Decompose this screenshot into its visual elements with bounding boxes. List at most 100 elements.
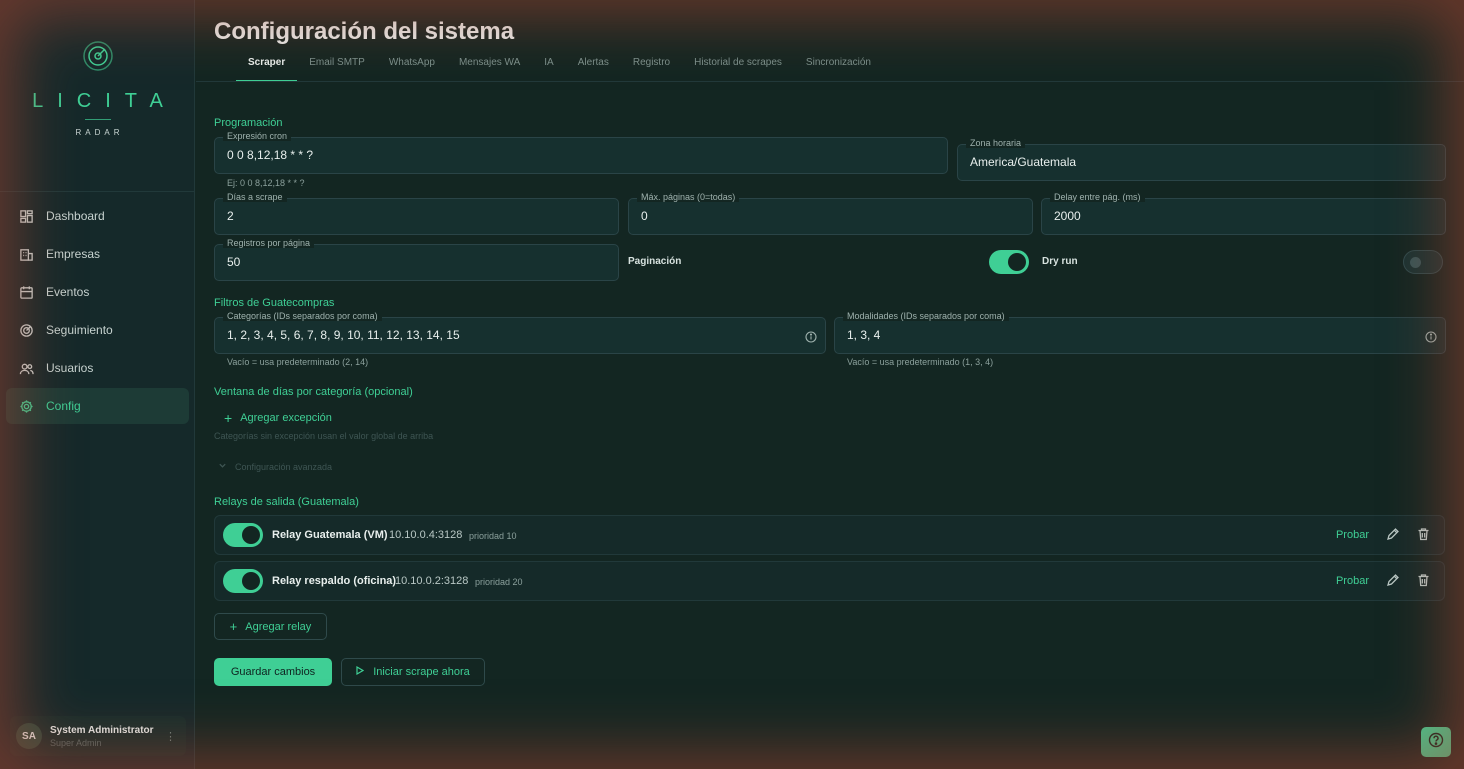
field-label: Expresión cron	[223, 131, 292, 141]
categorias-hint: Vacío = usa predeterminado (2, 14)	[227, 357, 369, 367]
relay-name: Relay Guatemala (VM)	[272, 529, 388, 541]
field-value: 0 0 8,12,18 * * ?	[227, 148, 314, 162]
cron-field[interactable]: Expresión cron 0 0 8,12,18 * * ?	[214, 131, 948, 174]
field-label: Zona horaria	[966, 138, 1026, 148]
tab-alertas[interactable]: Alertas	[566, 50, 621, 82]
tab-email-smtp[interactable]: Email SMTP	[297, 50, 377, 82]
relay-test-button[interactable]: Probar	[1336, 575, 1369, 587]
pencil-icon[interactable]	[1386, 527, 1400, 546]
sidebar-item-label: Eventos	[46, 285, 90, 299]
field-value: 0	[641, 209, 648, 223]
tab-whatsapp[interactable]: WhatsApp	[377, 50, 447, 82]
app-window: LICITA RADAR Dashboard Empresas Eventos …	[0, 0, 1464, 769]
tab-sincronizacion[interactable]: Sincronización	[794, 50, 883, 82]
info-icon[interactable]	[805, 330, 817, 348]
run-scrape-button[interactable]: Iniciar scrape ahora	[341, 658, 485, 686]
tab-mensajes-wa[interactable]: Mensajes WA	[447, 50, 532, 82]
sidebar-item-seguimiento[interactable]: Seguimiento	[6, 312, 189, 348]
section-title-filtros: Filtros de Guatecompras	[214, 297, 335, 309]
relay-toggle[interactable]	[223, 523, 263, 547]
more-vertical-icon[interactable]: ⋮	[165, 730, 176, 743]
sidebar-item-label: Seguimiento	[46, 323, 113, 337]
advanced-config-label: Configuración avanzada	[235, 461, 333, 472]
field-value: 50	[227, 255, 241, 269]
relay-toggle[interactable]	[223, 569, 263, 593]
tab-bar: Scraper Email SMTP WhatsApp Mensajes WA …	[236, 50, 883, 82]
sidebar-divider	[0, 191, 195, 192]
tab-historial[interactable]: Historial de scrapes	[682, 50, 794, 82]
field-value: America/Guatemala	[970, 155, 1077, 169]
gear-icon	[18, 398, 34, 414]
tab-divider	[196, 81, 1464, 82]
field-value: 1, 2, 3, 4, 5, 6, 7, 8, 9, 10, 11, 12, 1…	[227, 328, 460, 342]
field-label: Días a scrape	[223, 192, 287, 202]
delay-field[interactable]: Delay entre pág. (ms) 2000	[1041, 192, 1446, 235]
add-relay-button[interactable]: + Agregar relay	[214, 613, 327, 640]
avatar: SA	[16, 723, 42, 749]
field-label: Categorías (IDs separados por coma)	[223, 311, 382, 321]
section-title-programacion: Programación	[214, 117, 283, 129]
field-value: 2000	[1054, 209, 1081, 223]
user-info: System Administrator Super Admin	[50, 725, 154, 748]
relay-priority: prioridad 10	[469, 531, 517, 541]
sidebar-item-label: Empresas	[46, 247, 101, 261]
dry-run-toggle[interactable]	[1403, 250, 1443, 274]
tab-registro[interactable]: Registro	[621, 50, 682, 82]
sidebar-item-usuarios[interactable]: Usuarios	[6, 350, 189, 386]
field-label: Delay entre pág. (ms)	[1050, 192, 1145, 202]
timezone-select[interactable]: Zona horaria America/Guatemala	[957, 138, 1446, 181]
relay-row: Relay Guatemala (VM) 10.10.0.4:3128 prio…	[214, 515, 1445, 555]
save-button[interactable]: Guardar cambios	[214, 658, 332, 686]
add-relay-label: Agregar relay	[245, 620, 312, 633]
tab-ia[interactable]: IA	[532, 50, 565, 82]
calendar-icon	[18, 284, 34, 300]
brand-word: LICITA	[32, 90, 177, 112]
field-label: Modalidades (IDs separados por coma)	[843, 311, 1009, 321]
trash-icon[interactable]	[1417, 527, 1430, 546]
relay-address: 10.10.0.2:3128	[395, 575, 469, 587]
radar-logo-icon	[82, 40, 114, 72]
sidebar-item-empresas[interactable]: Empresas	[6, 236, 189, 272]
sidebar-item-label: Config	[46, 399, 81, 413]
plus-icon: +	[229, 619, 238, 634]
dry-run-label: Dry run	[1042, 256, 1078, 267]
sidebar-item-dashboard[interactable]: Dashboard	[6, 198, 189, 234]
user-name: System Administrator	[50, 724, 154, 736]
info-icon[interactable]	[1425, 330, 1437, 348]
plus-icon: +	[224, 410, 233, 426]
add-exception-button[interactable]: + Agregar excepción	[224, 410, 332, 426]
field-value: 1, 3, 4	[847, 328, 881, 342]
chevron-down-icon	[218, 461, 227, 472]
relay-priority: prioridad 20	[475, 577, 523, 587]
pencil-icon[interactable]	[1386, 573, 1400, 592]
sidebar-item-label: Usuarios	[46, 361, 94, 375]
sidebar-item-config[interactable]: Config	[6, 388, 189, 424]
users-icon	[18, 360, 34, 376]
relay-address: 10.10.0.4:3128	[389, 529, 463, 541]
modalidades-field[interactable]: Modalidades (IDs separados por coma) 1, …	[834, 311, 1446, 354]
categorias-field[interactable]: Categorías (IDs separados por coma) 1, 2…	[214, 311, 826, 354]
tab-scraper[interactable]: Scraper	[236, 50, 298, 82]
pagination-toggle[interactable]	[989, 250, 1029, 274]
add-exception-label: Agregar excepción	[240, 412, 332, 424]
relay-name: Relay respaldo (oficina)	[272, 575, 397, 587]
field-value: 2	[227, 209, 234, 223]
relay-test-button[interactable]: Probar	[1336, 529, 1369, 541]
max-pages-field[interactable]: Máx. páginas (0=todas) 0	[628, 192, 1033, 235]
per-page-field[interactable]: Registros por página 50	[214, 238, 619, 281]
field-label: Registros por página	[223, 238, 315, 248]
main-content: Configuración del sistema Scraper Email …	[196, 0, 1464, 769]
relay-row: Relay respaldo (oficina) 10.10.0.2:3128 …	[214, 561, 1445, 601]
days-field[interactable]: Días a scrape 2	[214, 192, 619, 235]
field-label: Máx. páginas (0=todas)	[637, 192, 740, 202]
logo: LICITA RADAR	[0, 40, 195, 137]
help-button[interactable]	[1421, 727, 1451, 757]
pagination-label: Paginación	[628, 256, 682, 267]
modalidades-hint: Vacío = usa predeterminado (1, 3, 4)	[847, 357, 994, 367]
sidebar-item-eventos[interactable]: Eventos	[6, 274, 189, 310]
ventana-note: Categorías sin excepción usan el valor g…	[214, 431, 434, 441]
user-card[interactable]: SA System Administrator Super Admin ⋮	[10, 716, 186, 756]
advanced-config-toggle[interactable]: Configuración avanzada	[218, 461, 332, 472]
trash-icon[interactable]	[1417, 573, 1430, 592]
dashboard-icon	[18, 208, 34, 224]
